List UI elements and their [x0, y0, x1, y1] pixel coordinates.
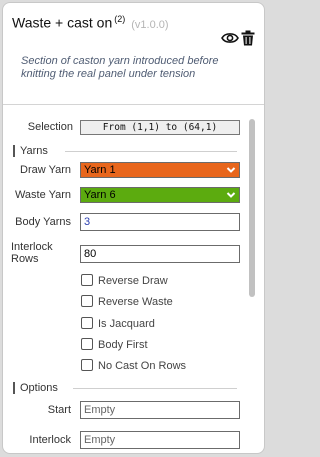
- waste-yarn-label: Waste Yarn: [14, 189, 71, 201]
- interlock-rows-input[interactable]: 80: [80, 245, 240, 263]
- checkbox-box[interactable]: [81, 317, 93, 329]
- body-first-checkbox[interactable]: Body First: [81, 338, 148, 352]
- chevron-down-icon: [226, 192, 236, 198]
- checkbox-box[interactable]: [81, 274, 93, 286]
- trash-icon[interactable]: [241, 30, 255, 46]
- interlock-rows-label: Interlock Rows: [11, 241, 71, 265]
- yarns-section-divider: [65, 151, 237, 152]
- parameters-body: Selection From (1,1) to (64,1) Yarns Dra…: [3, 105, 264, 453]
- eye-icon[interactable]: [221, 31, 239, 45]
- no-cast-on-rows-checkbox[interactable]: No Cast On Rows: [81, 359, 186, 373]
- node-panel: Waste + cast on (2) (v1.0.0) Section of ca…: [2, 2, 265, 454]
- reverse-waste-label: Reverse Waste: [98, 296, 173, 308]
- reverse-draw-checkbox[interactable]: Reverse Draw: [81, 274, 168, 288]
- checkbox-box[interactable]: [81, 295, 93, 307]
- scrollbar-thumb[interactable]: [249, 119, 255, 297]
- interlock-input[interactable]: Empty: [80, 431, 240, 449]
- body-yarns-input[interactable]: 3: [80, 213, 240, 231]
- version-label: (v1.0.0): [131, 18, 169, 31]
- selection-range-button[interactable]: From (1,1) to (64,1): [80, 120, 240, 135]
- panel-title: Waste + cast on (2) (v1.0.0): [12, 14, 169, 31]
- draw-yarn-label: Draw Yarn: [20, 164, 71, 176]
- selection-label: Selection: [27, 121, 73, 133]
- start-label: Start: [47, 404, 71, 416]
- is-jacquard-checkbox[interactable]: Is Jacquard: [81, 317, 155, 331]
- draw-yarn-select[interactable]: Yarn 1: [80, 162, 240, 178]
- draw-yarn-value: Yarn 1: [84, 164, 116, 176]
- checkbox-box[interactable]: [81, 359, 93, 371]
- body-first-label: Body First: [98, 339, 148, 351]
- checkbox-box[interactable]: [81, 338, 93, 350]
- instance-count: (2): [114, 14, 126, 24]
- chevron-down-icon: [226, 167, 236, 173]
- interlock-rows-label-line1: Interlock: [11, 241, 53, 253]
- panel-header: Waste + cast on (2) (v1.0.0): [3, 3, 264, 53]
- interlock-label: Interlock: [29, 434, 71, 446]
- body-yarns-label: Body Yarns: [15, 216, 71, 228]
- yarns-section-header: Yarns: [13, 145, 48, 157]
- title-text: Waste + cast on: [12, 14, 113, 31]
- no-cast-on-rows-label: No Cast On Rows: [98, 360, 187, 372]
- node-description: Section of caston yarn introduced before…: [21, 55, 219, 80]
- options-section-divider: [73, 388, 237, 389]
- start-input[interactable]: Empty: [80, 401, 240, 419]
- reverse-draw-label: Reverse Draw: [98, 275, 168, 287]
- waste-yarn-value: Yarn 6: [84, 189, 116, 201]
- options-section-header: Options: [13, 382, 58, 394]
- reverse-waste-checkbox[interactable]: Reverse Waste: [81, 295, 173, 309]
- interlock-rows-label-line2: Rows: [11, 253, 39, 265]
- waste-yarn-select[interactable]: Yarn 6: [80, 187, 240, 203]
- is-jacquard-label: Is Jacquard: [98, 318, 155, 330]
